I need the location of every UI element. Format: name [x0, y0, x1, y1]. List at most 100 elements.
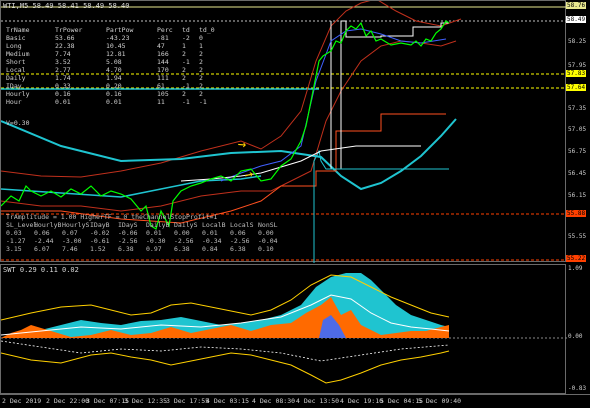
- dashboard-cell: 170: [157, 66, 169, 74]
- dashboard-cell: 166: [157, 50, 169, 58]
- chart-title: WTI,M5 58.49 58.41 58.49 58.40: [3, 2, 130, 10]
- sl-header-cell: DailyS: [174, 221, 198, 229]
- dashboard-cell: 2: [182, 90, 186, 98]
- dashboard-cell: IDay: [6, 82, 22, 90]
- price-chart-pane[interactable]: WTI,M5 58.49 58.41 58.49 58.40 TrName TrP…: [0, 0, 567, 263]
- dashboard-cell: 22.38: [55, 42, 75, 50]
- dashboard-cell: -1: [182, 98, 190, 106]
- sl-cell: -0.04: [258, 237, 278, 245]
- dashboard-header-cell: td_0: [199, 26, 215, 34]
- dashboard-row: Medium 7.74 12.81 166 2 2: [6, 50, 218, 58]
- dashboard-cell: 12.81: [106, 50, 126, 58]
- price-axis-label: 58.76: [566, 2, 587, 9]
- dashboard-cell: 3.52: [55, 58, 71, 66]
- sl-header-cell: NonSL: [258, 221, 278, 229]
- dashboard-cell: 144: [157, 58, 169, 66]
- dashboard-row: Daily 1.74 1.94 111 2 2: [6, 74, 218, 82]
- sl-cell: -2.56: [174, 237, 194, 245]
- dashboard-cell: 2: [199, 50, 203, 58]
- sl-cell: 0.97: [146, 245, 162, 253]
- sl-header-cell: IDayB: [90, 221, 110, 229]
- dashboard-header-row: TrName TrPower PartPow Perc td td_0: [6, 26, 218, 34]
- sl-header-cell: HourlyB: [34, 221, 62, 229]
- dashboard-row: Local 2.77 4.70 170 2 2: [6, 66, 218, 74]
- sl-cell: -0.06: [118, 229, 138, 237]
- osc-axis-top: 1.09: [568, 265, 583, 272]
- dashboard-cell: Daily: [6, 74, 26, 82]
- dashboard-cell: 0.01: [55, 98, 71, 106]
- dashboard-cell: 61: [157, 82, 165, 90]
- dashboard-cell: -81: [157, 34, 169, 42]
- sl-header-cell: LocalB: [202, 221, 226, 229]
- sl-cell: 6.38: [118, 245, 134, 253]
- oscillator-pane[interactable]: SWT 0.29 0.11 0.02: [0, 264, 567, 394]
- sl-cell: 0.03: [6, 229, 22, 237]
- price-axis-label: 55.55: [568, 233, 587, 240]
- sl-cell: 0.84: [202, 245, 218, 253]
- price-axis-label: 56.15: [568, 192, 587, 199]
- price-axis-label: 56.75: [568, 148, 587, 155]
- time-axis-label: 3 Dec 17:55: [166, 397, 210, 405]
- dashboard-cell: 2: [199, 66, 203, 74]
- trading-terminal: WTI,M5 58.49 58.41 58.49 58.40 TrName TrP…: [0, 0, 590, 408]
- dashboard-header-cell: Perc: [157, 26, 173, 34]
- dashboard-cell: 0.16: [106, 90, 122, 98]
- dashboard-cell: 0: [199, 34, 203, 42]
- price-axis-label: 58.49: [566, 16, 587, 23]
- sl-cell: 1.52: [90, 245, 106, 253]
- time-axis-label: 2 Dec 2019: [2, 397, 42, 405]
- dashboard-header-cell: PartPow: [106, 26, 134, 34]
- dashboard-cell: 0.01: [106, 98, 122, 106]
- sl-cell: 7.46: [62, 245, 78, 253]
- dashboard-header-cell: TrName: [6, 26, 30, 34]
- dashboard-row: Hour 0.01 0.01 11 -1 -1: [6, 98, 218, 106]
- oscillator-title: SWT 0.29 0.11 0.02: [3, 266, 79, 274]
- dashboard-cell: 1: [199, 42, 203, 50]
- dashboard-cell: 2: [182, 66, 186, 74]
- sl-cell: 0.00: [174, 229, 190, 237]
- dashboard-cell: 4.70: [106, 66, 122, 74]
- dashboard-cell: -2: [182, 34, 190, 42]
- dashboard-header-cell: td: [182, 26, 190, 34]
- dashboard-cell: Local: [6, 66, 26, 74]
- dashboard-row: Long 22.38 10.45 47 1 1: [6, 42, 218, 50]
- time-axis-label: 2 Dec 22:00: [46, 397, 90, 405]
- price-axis-label: 57.64: [566, 84, 587, 91]
- sl-cell: 6.07: [34, 245, 50, 253]
- sl-cell: -2.44: [34, 237, 54, 245]
- dashboard-cell: 53.66: [55, 34, 75, 42]
- sl-cell: -1.27: [6, 237, 26, 245]
- yellow-lower-line: [1, 350, 450, 384]
- sl-cell: -0.02: [90, 229, 110, 237]
- sl-header-cell: SL_Level: [6, 221, 38, 229]
- dashboard-cell: 11: [157, 98, 165, 106]
- sl-cell: 3.15: [6, 245, 22, 253]
- dashboard-row: Basic 53.66 -43.23 -81 -2 0: [6, 34, 218, 42]
- sl-cell: 0.00: [258, 229, 274, 237]
- dashboard-cell: 111: [157, 74, 169, 82]
- dashboard-cell: 0.20: [106, 82, 122, 90]
- dashboard-row: Short 3.52 5.08 144 -1 2: [6, 58, 218, 66]
- sl-header-cell: LocalS: [230, 221, 254, 229]
- sl-cell: 0.06: [34, 229, 50, 237]
- sl-cell: 6.38: [230, 245, 246, 253]
- dashboard-cell: Hour: [6, 98, 22, 106]
- dashboard-cell: 47: [157, 42, 165, 50]
- cyan-stop-line: [313, 149, 449, 263]
- time-axis-label: 3 Dec 12:35: [124, 397, 168, 405]
- dashboard-cell: 2: [199, 74, 203, 82]
- sl-header-row: SL_LevelHourlyBHourlySIDayB IDayS DailyB Da…: [6, 221, 286, 229]
- sl-row: -1.27 -2.44 -3.00 -0.61 -2.56 -0.30 -2.56 -0.34…: [6, 237, 286, 245]
- time-axis-label: 4 Dec 19:10: [340, 397, 384, 405]
- sl-cell: -2.56: [230, 237, 250, 245]
- dashboard-cell: 7.74: [55, 50, 71, 58]
- time-axis-label: 5 Dec 04:15: [380, 397, 424, 405]
- sl-cell: 6.38: [174, 245, 190, 253]
- dashboard-cell: 0.16: [55, 90, 71, 98]
- sl-cell: 0.01: [146, 229, 162, 237]
- dashboard-cell: Basic: [6, 34, 26, 42]
- dashboard-cell: 1.94: [106, 74, 122, 82]
- sl-cell: -0.61: [90, 237, 110, 245]
- dashboard-cell: 2: [199, 58, 203, 66]
- stop-header-line: TrAmplitude = 1.00 HigherTF = 0 theChann…: [6, 213, 218, 221]
